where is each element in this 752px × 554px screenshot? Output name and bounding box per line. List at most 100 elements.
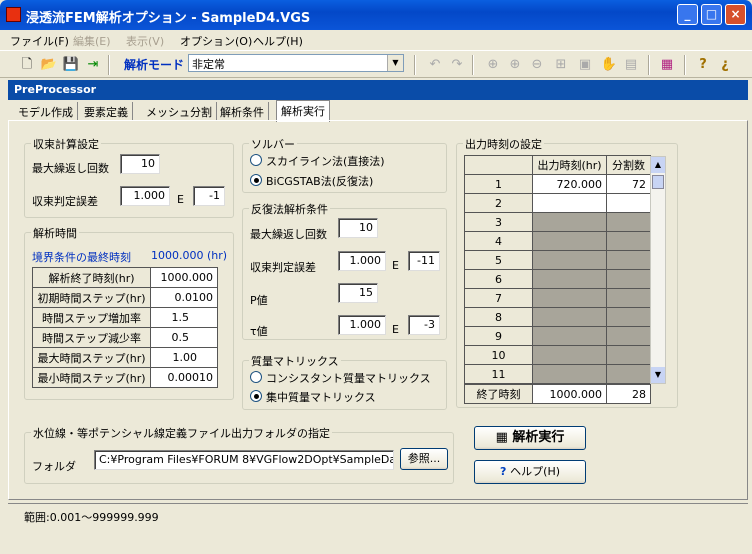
- time-param-value[interactable]: 1.00: [150, 347, 218, 368]
- table-scrollbar[interactable]: ▲ ▼: [650, 156, 666, 384]
- menu-edit[interactable]: 編集(E): [73, 33, 111, 49]
- tau-exponent-input[interactable]: -3: [408, 315, 440, 335]
- bicgstab-radio[interactable]: [250, 174, 262, 186]
- table-row: 8: [464, 307, 651, 327]
- redo-icon[interactable]: ↷: [448, 56, 466, 74]
- menu-file[interactable]: ファイル(F): [10, 33, 69, 49]
- row-number: 4: [464, 231, 533, 251]
- mass-matrix-title: 質量マトリックス: [249, 353, 341, 369]
- time-param-value[interactable]: 0.00010: [150, 367, 218, 388]
- lumped-mass-label[interactable]: 集中質量マトリックス: [266, 389, 376, 405]
- help-question-icon[interactable]: ?: [694, 56, 712, 74]
- menu-options[interactable]: オプション(O): [180, 33, 252, 49]
- iter-error-label: 収束判定誤差: [250, 261, 316, 274]
- time-param-value[interactable]: 0.5: [150, 327, 218, 348]
- division-count-cell[interactable]: [606, 250, 651, 270]
- time-param-value[interactable]: 1000.000: [150, 267, 218, 288]
- menu-bar: ファイル(F) 編集(E) 表示(V) オプション(O) ヘルプ(H): [0, 30, 752, 50]
- scroll-up-icon[interactable]: ▲: [651, 157, 665, 173]
- save-icon[interactable]: 💾: [62, 56, 80, 74]
- table-row: 時間ステップ増加率 1.5: [32, 307, 218, 328]
- division-count-cell[interactable]: [606, 364, 651, 384]
- output-time-cell[interactable]: [532, 231, 607, 251]
- zoom-window-icon[interactable]: ⊞: [552, 56, 570, 74]
- context-help-icon[interactable]: ¿: [716, 56, 734, 74]
- tab-run-analysis[interactable]: 解析実行: [276, 100, 330, 122]
- tau-value-input[interactable]: 1.000: [338, 315, 386, 335]
- skyline-label[interactable]: スカイライン法(直接法): [266, 153, 385, 169]
- run-analysis-button[interactable]: ▦ 解析実行: [474, 426, 586, 450]
- division-count-cell[interactable]: [606, 193, 651, 213]
- time-param-label: 時間ステップ減少率: [32, 327, 151, 348]
- tab-model-creation[interactable]: モデル作成: [14, 102, 78, 120]
- output-time-cell[interactable]: [532, 212, 607, 232]
- output-time-cell[interactable]: [532, 345, 607, 365]
- folder-label: フォルダ: [32, 460, 76, 473]
- iter-max-input[interactable]: 10: [338, 218, 378, 238]
- close-button[interactable]: ×: [725, 4, 746, 25]
- conv-error-input[interactable]: 1.000: [120, 186, 170, 206]
- time-param-value[interactable]: 1.5: [150, 307, 218, 328]
- division-count-cell[interactable]: [606, 269, 651, 289]
- menu-help[interactable]: ヘルプ(H): [253, 33, 303, 49]
- division-count-cell[interactable]: [606, 288, 651, 308]
- output-time-cell[interactable]: [532, 364, 607, 384]
- end-division-value: 28: [606, 384, 651, 404]
- open-folder-icon[interactable]: 📂: [40, 56, 58, 74]
- output-time-cell[interactable]: [532, 288, 607, 308]
- browse-button[interactable]: 参照...: [400, 448, 448, 470]
- division-count-cell[interactable]: [606, 231, 651, 251]
- bicgstab-label[interactable]: BiCGSTAB法(反復法): [266, 173, 373, 189]
- skyline-radio[interactable]: [250, 154, 262, 166]
- dropdown-arrow-icon[interactable]: ▼: [387, 55, 403, 71]
- iter-error-input[interactable]: 1.000: [338, 251, 386, 271]
- zoom-fit-icon[interactable]: ⊕: [484, 56, 502, 74]
- division-count-cell[interactable]: [606, 307, 651, 327]
- title-bar: 浸透流FEM解析オプション - SampleD4.VGS _ □ ×: [0, 0, 752, 30]
- conv-max-iter-input[interactable]: 10: [120, 154, 160, 174]
- conv-max-iter-label: 最大繰返し回数: [32, 162, 109, 175]
- exit-icon[interactable]: ⇥: [84, 56, 102, 74]
- output-time-cell[interactable]: [532, 326, 607, 346]
- redraw-icon[interactable]: ▤: [622, 56, 640, 74]
- row-number: 3: [464, 212, 533, 232]
- p-value-input[interactable]: 15: [338, 283, 378, 303]
- lumped-mass-radio[interactable]: [250, 390, 262, 402]
- maximize-button[interactable]: □: [701, 4, 722, 25]
- output-time-cell[interactable]: [532, 250, 607, 270]
- table-row: 終了時刻 1000.000 28: [464, 384, 651, 404]
- consistent-mass-label[interactable]: コンシスタント質量マトリックス: [266, 370, 431, 386]
- pan-hand-icon[interactable]: ✋: [600, 56, 618, 74]
- minimize-button[interactable]: _: [677, 4, 698, 25]
- division-count-cell[interactable]: [606, 212, 651, 232]
- zoom-all-icon[interactable]: ▣: [576, 56, 594, 74]
- consistent-mass-radio[interactable]: [250, 371, 262, 383]
- analysis-mode-label: 解析モード: [124, 58, 185, 72]
- tab-element-definition[interactable]: 要素定義: [80, 102, 133, 120]
- zoom-out-icon[interactable]: ⊖: [528, 56, 546, 74]
- division-count-cell[interactable]: 72: [606, 174, 651, 194]
- output-time-cell[interactable]: [532, 307, 607, 327]
- division-count-cell[interactable]: [606, 345, 651, 365]
- analysis-mode-select[interactable]: 非定常 ▼: [188, 54, 404, 72]
- time-param-label: 最小時間ステップ(hr): [32, 367, 151, 388]
- time-param-value[interactable]: 0.0100: [150, 287, 218, 308]
- output-time-cell[interactable]: [532, 193, 607, 213]
- folder-path-input[interactable]: C:¥Program Files¥FORUM 8¥VGFlow2DOpt¥Sam…: [94, 450, 394, 470]
- scroll-down-icon[interactable]: ▼: [651, 367, 665, 383]
- menu-view[interactable]: 表示(V): [126, 33, 164, 49]
- iter-error-exponent-input[interactable]: -11: [408, 251, 440, 271]
- scroll-thumb[interactable]: [652, 175, 664, 189]
- settings-palette-icon[interactable]: ▦: [658, 56, 676, 74]
- output-time-cell[interactable]: 720.000: [532, 174, 607, 194]
- division-count-cell[interactable]: [606, 326, 651, 346]
- conv-error-exponent-input[interactable]: -1: [193, 186, 225, 206]
- zoom-in-icon[interactable]: ⊕: [506, 56, 524, 74]
- tab-analysis-conditions[interactable]: 解析条件: [216, 102, 269, 120]
- undo-icon[interactable]: ↶: [426, 56, 444, 74]
- table-row: 10: [464, 345, 651, 365]
- tab-mesh-division[interactable]: メッシュ分割: [142, 102, 217, 120]
- new-file-icon[interactable]: 🗋: [18, 56, 36, 74]
- help-button[interactable]: ? ヘルプ(H): [474, 460, 586, 484]
- output-time-cell[interactable]: [532, 269, 607, 289]
